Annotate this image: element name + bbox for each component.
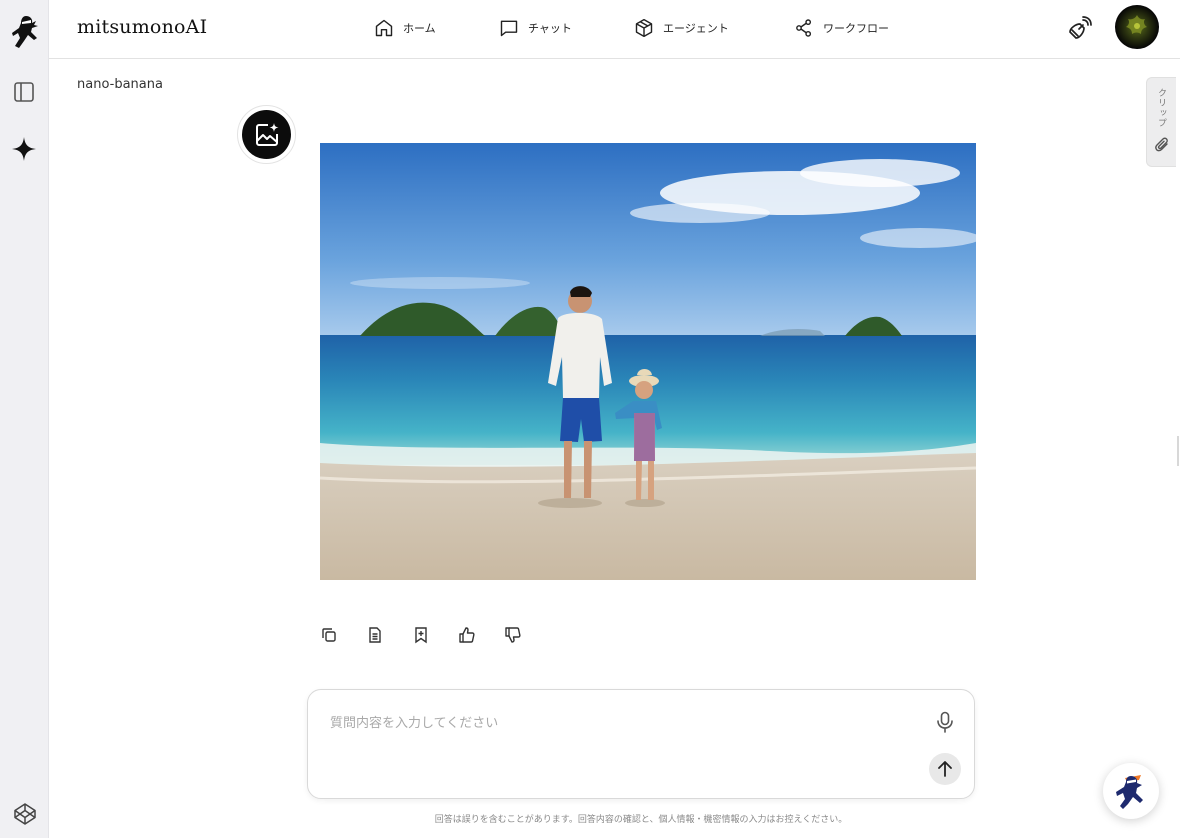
microphone-icon[interactable] (935, 711, 955, 733)
arrow-up-icon (938, 761, 952, 777)
share-icon (796, 19, 812, 37)
disclaimer-text: 回答は誤りを含むことがあります。回答内容の確認と、個人情報・機密情報の入力はお控… (434, 815, 848, 825)
nav-agent-label: エージェント (663, 22, 729, 35)
clip-tab[interactable]: クリップ (1146, 77, 1176, 167)
home-icon (375, 19, 393, 37)
clip-tab-label: クリップ (1156, 88, 1166, 128)
brand-title[interactable]: mitsumonoAI (77, 16, 207, 38)
codepen-cube-icon[interactable] (12, 801, 38, 827)
generated-image[interactable] (320, 143, 976, 580)
scrollbar-handle[interactable] (1177, 436, 1179, 466)
sparkle-icon[interactable] (11, 136, 37, 162)
satellite-icon[interactable] (1066, 16, 1092, 42)
document-icon[interactable] (366, 626, 384, 644)
bookmark-add-icon[interactable] (412, 626, 430, 644)
top-header: mitsumonoAI ホーム チャット エージェント ワークフロー (49, 0, 1180, 59)
nav-chat[interactable]: チャット (499, 17, 572, 39)
ninja-assistant-button[interactable] (1103, 763, 1159, 819)
message-actions (320, 626, 522, 644)
nav-workflow-label: ワークフロー (823, 22, 889, 35)
message-composer (307, 689, 975, 799)
model-name: nano-banana (77, 77, 163, 92)
assistant-avatar (237, 105, 296, 164)
nav-agent[interactable]: エージェント (634, 17, 729, 39)
thumbs-up-icon[interactable] (458, 626, 476, 644)
chat-icon (500, 20, 518, 37)
left-sidebar (0, 0, 49, 838)
paperclip-icon (1154, 137, 1170, 153)
nav-workflow[interactable]: ワークフロー (794, 17, 889, 39)
nav-chat-label: チャット (528, 22, 572, 35)
nav-home[interactable]: ホーム (374, 17, 436, 39)
send-button[interactable] (929, 753, 961, 785)
user-avatar[interactable] (1115, 5, 1159, 49)
toggle-sidebar-icon[interactable] (12, 80, 36, 104)
ninja-logo-icon[interactable] (9, 14, 41, 50)
copy-icon[interactable] (320, 626, 338, 644)
ninja-mascot-icon (1116, 775, 1143, 809)
image-sparkle-icon (255, 122, 278, 146)
cube-icon (635, 18, 653, 38)
thumbs-down-icon[interactable] (504, 626, 522, 644)
nav-home-label: ホーム (403, 22, 436, 35)
question-input[interactable] (330, 710, 910, 736)
